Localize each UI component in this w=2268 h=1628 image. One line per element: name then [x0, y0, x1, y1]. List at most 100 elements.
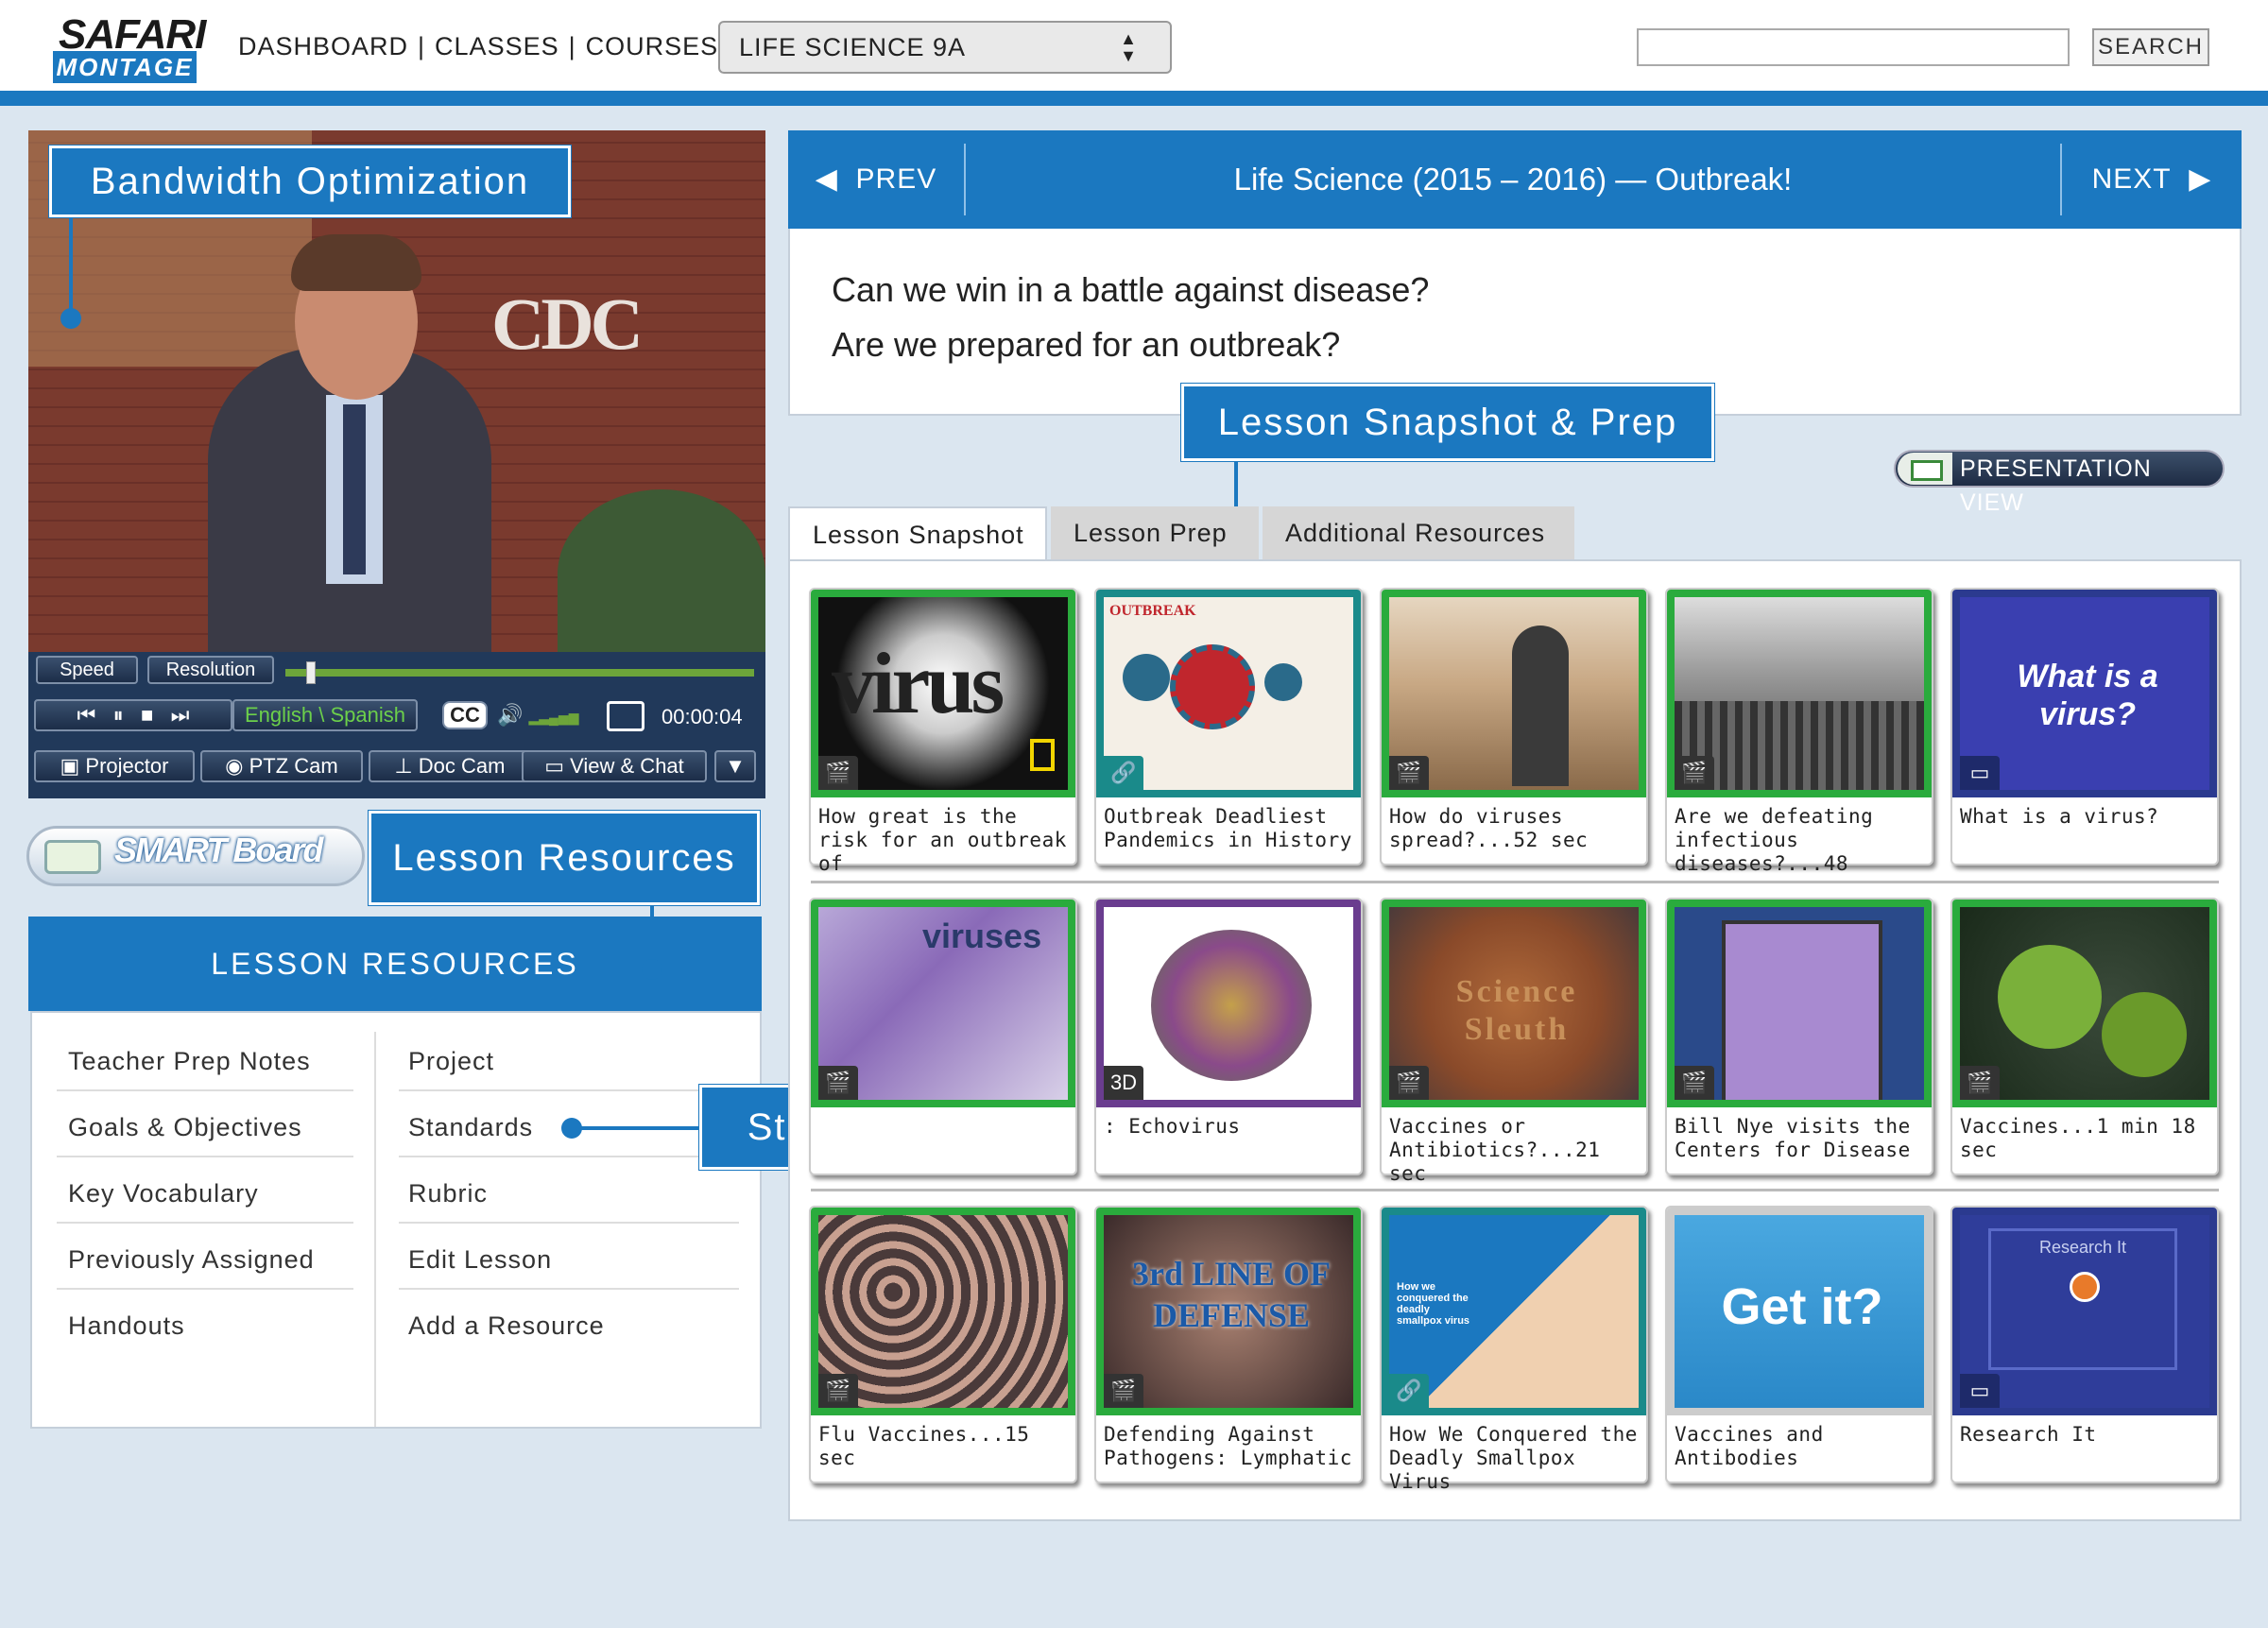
volume-icon[interactable]: 🔊 ▂▃▄▅▆ [497, 703, 579, 728]
video-clip-icon: 🎬 [1389, 1066, 1429, 1100]
search-input[interactable] [1637, 28, 2070, 66]
infographic-circle [1123, 654, 1170, 701]
tile-thumbnail: 🎬 [1382, 590, 1646, 797]
resolution-button[interactable]: Resolution [147, 656, 274, 684]
main-nav: DASHBOARD | CLASSES | COURSES [238, 32, 719, 61]
resource-tile[interactable]: OUTBREAK 🔗 Outbreak Deadliest Pandemics … [1094, 588, 1363, 865]
video-frame-hair [291, 234, 421, 291]
callout-lesson-snapshot-prep: Lesson Snapshot & Prep [1181, 384, 1714, 461]
tab-lesson-prep[interactable]: Lesson Prep [1051, 506, 1259, 559]
res-key-vocabulary[interactable]: Key Vocabulary [57, 1179, 353, 1224]
video-clip-icon: 🎬 [1960, 1066, 2000, 1100]
nav-dashboard[interactable]: DASHBOARD [238, 32, 408, 61]
resource-tile[interactable]: 3rd LINE OF DEFENSE 🎬 Defending Against … [1094, 1206, 1363, 1483]
tab-lesson-snapshot[interactable]: Lesson Snapshot [788, 506, 1047, 561]
thumb-text: 3rd LINE OF DEFENSE [1131, 1255, 1332, 1334]
smartboard-button[interactable]: SMART Board [26, 826, 365, 886]
cc-button[interactable]: CC [442, 701, 488, 729]
resource-tile[interactable]: viruses 🎬 [809, 898, 1077, 1175]
resource-tile[interactable]: 🎬 Bill Nye visits the Centers for Diseas… [1665, 898, 1933, 1175]
nav-classes[interactable]: CLASSES [435, 32, 559, 61]
prev-label: PREV [855, 163, 937, 195]
tile-thumbnail: 3rd LINE OF DEFENSE 🎬 [1096, 1208, 1361, 1415]
tile-caption: What is a virus? [1960, 805, 2159, 828]
screen-icon: ▭ [544, 754, 571, 778]
speed-button[interactable]: Speed [36, 656, 138, 684]
video-clip-icon: 🎬 [1675, 756, 1714, 790]
resource-tile[interactable]: Research It ▭ Research It [1950, 1206, 2219, 1483]
smartboard-icon [44, 840, 101, 874]
res-rubric[interactable]: Rubric [399, 1179, 739, 1224]
interactive-icon: ▭ [1960, 1374, 2000, 1408]
chevron-down-icon: ▼ [725, 754, 746, 778]
fullscreen-icon[interactable] [607, 701, 644, 731]
tile-caption: : Echovirus [1104, 1115, 1241, 1138]
res-goals-objectives[interactable]: Goals & Objectives [57, 1113, 353, 1157]
tile-caption: Are we defeating infectious diseases?...… [1675, 805, 1874, 875]
res-edit-lesson[interactable]: Edit Lesson [399, 1245, 739, 1290]
question-2: Are we prepared for an outbreak? [832, 325, 1341, 364]
cartoon-cell-shape [1722, 920, 1882, 1100]
seek-fill [285, 669, 754, 677]
prev-button[interactable]: ◀ PREV [788, 130, 964, 229]
tile-caption: Flu Vaccines...15 sec [818, 1423, 1030, 1469]
resources-column-divider [374, 1032, 376, 1427]
res-previously-assigned[interactable]: Previously Assigned [57, 1245, 353, 1290]
doc-cam-icon: ⊥ [394, 754, 419, 778]
resource-tile[interactable]: Get it? Vaccines and Antibodies [1665, 1206, 1933, 1483]
video-frame-tie [343, 404, 366, 574]
ptz-cam-button[interactable]: ◉ PTZ Cam [200, 750, 363, 782]
safari-montage-logo[interactable]: SAFARI MONTAGE [53, 11, 206, 83]
tab-additional-resources[interactable]: Additional Resources [1263, 506, 1574, 559]
resource-tile[interactable]: 🎬 Vaccines...1 min 18 sec [1950, 898, 2219, 1175]
search-button[interactable]: SEARCH [2092, 28, 2209, 66]
link-icon: 🔗 [1104, 756, 1143, 790]
doc-cam-button[interactable]: ⊥ Doc Cam [369, 750, 531, 782]
video-clip-icon: 🎬 [818, 1066, 858, 1100]
resource-tile[interactable]: What is a virus? ▭ What is a virus? [1950, 588, 2219, 865]
language-toggle[interactable]: English \ Spanish [232, 699, 418, 731]
resource-tile[interactable]: 🎬 How do viruses spread?...52 sec [1380, 588, 1648, 865]
projector-button[interactable]: ▣ Projector [34, 750, 195, 782]
view-chat-button[interactable]: ▭ View & Chat [522, 750, 707, 782]
res-add-a-resource[interactable]: Add a Resource [399, 1311, 739, 1354]
resource-tile[interactable]: 🎬 Flu Vaccines...15 sec [809, 1206, 1077, 1483]
nav-courses[interactable]: COURSES [586, 32, 719, 61]
resource-tile[interactable]: How we conquered the deadly smallpox vir… [1380, 1206, 1648, 1493]
tile-thumbnail: 🎬 [1667, 590, 1932, 797]
next-arrow-icon: ▶ [2171, 163, 2212, 195]
thumb-text: OUTBREAK [1109, 603, 1196, 619]
callout-dot [60, 308, 81, 329]
video-clip-icon: 🎬 [1104, 1374, 1143, 1408]
presentation-view-label: PRESENTATION VIEW [1960, 455, 2152, 516]
video-clip-icon: 🎬 [1389, 756, 1429, 790]
skip-forward-icon[interactable]: ⏭ [171, 703, 190, 727]
class-select[interactable]: LIFE SCIENCE 9A ▲ ▼ [718, 21, 1172, 74]
presentation-view-button[interactable]: PRESENTATION VIEW [1894, 450, 2225, 516]
more-dropdown[interactable]: ▼ [714, 750, 756, 782]
camera-icon: ◉ [225, 754, 249, 778]
seek-handle[interactable] [306, 661, 316, 684]
video-clip-icon: 🎬 [1675, 1066, 1714, 1100]
resource-tile[interactable]: virus 🎬 How great is the risk for an out… [809, 588, 1077, 875]
next-button[interactable]: NEXT ▶ [2062, 130, 2242, 229]
resource-tile[interactable]: Science Sleuth 🎬 Vaccines or Antibiotics… [1380, 898, 1648, 1185]
tile-thumbnail: What is a virus? ▭ [1952, 590, 2217, 797]
resource-tile[interactable]: 🎬 Are we defeating infectious diseases?.… [1665, 588, 1933, 875]
infographic-circle [1170, 644, 1255, 729]
callout-line [650, 905, 654, 966]
res-teacher-prep-notes[interactable]: Teacher Prep Notes [57, 1047, 353, 1091]
skip-back-icon[interactable]: ⏮ [77, 703, 96, 727]
tile-caption: Vaccines or Antibiotics?...21 sec [1389, 1115, 1601, 1185]
virus-shape [2102, 992, 2187, 1077]
callout-bandwidth-optimization: Bandwidth Optimization [49, 146, 571, 217]
stop-icon[interactable]: ■ [141, 703, 153, 727]
tile-thumbnail: virus 🎬 [811, 590, 1075, 797]
seek-bar[interactable] [285, 661, 754, 684]
res-project[interactable]: Project [399, 1047, 739, 1091]
pause-icon[interactable]: ⏸ [113, 703, 124, 727]
res-handouts[interactable]: Handouts [57, 1311, 353, 1354]
thumb-text: What is a virus? [2017, 659, 2158, 732]
projector-label: Projector [85, 754, 169, 778]
resource-tile[interactable]: 3D : Echovirus [1094, 898, 1363, 1175]
